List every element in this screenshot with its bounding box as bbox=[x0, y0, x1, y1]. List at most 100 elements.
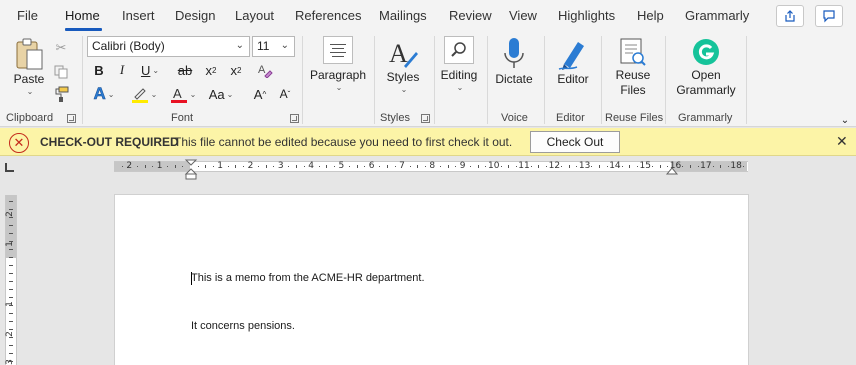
ruler-label: 6 bbox=[368, 161, 375, 171]
superscript-button[interactable]: x2 bbox=[228, 60, 244, 80]
reuse-files-group-label: Reuse Files bbox=[605, 112, 664, 124]
format-painter-button[interactable] bbox=[52, 84, 70, 104]
open-grammarly-button[interactable]: Open Grammarly bbox=[673, 36, 739, 98]
tab-home[interactable]: Home bbox=[65, 8, 100, 23]
styles-group-label: Styles bbox=[380, 112, 410, 124]
text-effects-button[interactable]: A ⌄ bbox=[89, 84, 119, 104]
dictate-button[interactable]: Dictate bbox=[492, 36, 536, 87]
tab-grammarly[interactable]: Grammarly bbox=[685, 8, 749, 23]
collapse-ribbon-button[interactable]: ⌄ bbox=[838, 110, 852, 130]
shrink-font-glyph: A bbox=[279, 87, 288, 101]
ruler-label: 11 bbox=[518, 161, 530, 171]
ruler-tick bbox=[561, 166, 562, 167]
cut-button[interactable]: ✂ bbox=[52, 38, 70, 58]
tab-highlights[interactable]: Highlights bbox=[558, 8, 615, 23]
tab-view[interactable]: View bbox=[509, 8, 537, 23]
bold-button[interactable]: B bbox=[91, 60, 107, 80]
font-color-button[interactable]: A ⌄ bbox=[168, 84, 198, 104]
ruler-tick bbox=[425, 166, 426, 167]
clipboard-launcher-icon[interactable] bbox=[67, 114, 76, 123]
ruler-tick bbox=[258, 166, 259, 167]
ruler-tick bbox=[387, 165, 388, 168]
reuse-files-button[interactable]: Reuse Files bbox=[610, 36, 656, 98]
vertical-ruler[interactable]: 21123 bbox=[5, 195, 17, 365]
horizontal-ruler[interactable]: 2 1 1 2 3 4 5 6 7 8 9 10 11 12 13 14 15 16 17 18 bbox=[114, 161, 748, 172]
font-launcher-icon[interactable] bbox=[290, 114, 299, 123]
ruler-tick bbox=[576, 166, 577, 167]
chevron-down-icon: ⌄ bbox=[335, 83, 343, 92]
check-out-button[interactable]: Check Out bbox=[530, 131, 620, 153]
font-name-select[interactable]: Calibri (Body) ⌄ bbox=[87, 36, 250, 57]
change-case-button[interactable]: Aa ⌄ bbox=[205, 84, 237, 104]
dictate-label: Dictate bbox=[495, 72, 533, 86]
editing-button[interactable]: Editing ⌄ bbox=[438, 36, 480, 92]
ruler-tick bbox=[607, 166, 608, 167]
vertical-ruler-tick bbox=[9, 201, 13, 202]
divider bbox=[374, 36, 375, 124]
clear-formatting-button[interactable]: A bbox=[256, 60, 274, 80]
vertical-ruler-tick bbox=[9, 313, 13, 314]
vertical-ruler-tick bbox=[9, 361, 13, 362]
comments-button[interactable] bbox=[815, 5, 843, 27]
vertical-ruler-tick bbox=[9, 353, 13, 354]
vertical-ruler-tick bbox=[9, 217, 13, 218]
ruler-tick bbox=[652, 166, 653, 167]
chevron-down-icon: ⌄ bbox=[235, 40, 244, 51]
vertical-ruler-label: 2 bbox=[4, 211, 15, 217]
grammarly-group-label: Grammarly bbox=[678, 112, 733, 124]
ruler-tick bbox=[599, 165, 600, 168]
grammarly-icon bbox=[693, 39, 719, 65]
ruler-tick bbox=[304, 166, 305, 167]
italic-button[interactable]: I bbox=[114, 60, 130, 80]
ruler-tick bbox=[698, 166, 699, 167]
editor-button[interactable]: Editor bbox=[551, 36, 595, 87]
paragraph-button[interactable]: Paragraph ⌄ bbox=[308, 36, 368, 92]
grow-font-button[interactable]: A ^ bbox=[251, 84, 269, 104]
ruler-tick bbox=[516, 166, 517, 167]
tab-file[interactable]: File bbox=[17, 8, 38, 23]
chevron-down-icon: ⌄ bbox=[152, 65, 160, 75]
ruler-tick bbox=[122, 166, 123, 167]
text-effects-icon: A bbox=[93, 84, 106, 104]
document-line-2[interactable]: It concerns pensions. bbox=[191, 320, 295, 332]
reuse-files-label-line1: Reuse bbox=[615, 68, 651, 82]
document-page[interactable]: This is a memo from the ACME-HR departme… bbox=[114, 194, 749, 365]
copy-button[interactable] bbox=[52, 62, 70, 82]
underline-button[interactable]: U ⌄ bbox=[138, 60, 162, 80]
ruler-tick bbox=[478, 165, 479, 168]
svg-text:A: A bbox=[173, 86, 182, 101]
right-indent-marker-icon[interactable] bbox=[665, 165, 679, 175]
tab-selector-icon[interactable] bbox=[5, 163, 14, 172]
strikethrough-button[interactable]: ab bbox=[175, 60, 195, 80]
ruler-tick bbox=[410, 166, 411, 167]
tab-layout[interactable]: Layout bbox=[235, 8, 274, 23]
styles-launcher-icon[interactable] bbox=[421, 114, 430, 123]
paste-icon bbox=[16, 38, 43, 70]
shrink-font-button[interactable]: Aˇ bbox=[276, 84, 294, 104]
vertical-ruler-tick bbox=[9, 233, 13, 234]
share-button[interactable] bbox=[776, 5, 804, 27]
tab-help[interactable]: Help bbox=[637, 8, 664, 23]
styles-label: Styles bbox=[386, 70, 420, 84]
tab-design[interactable]: Design bbox=[175, 8, 215, 23]
document-line-1[interactable]: This is a memo from the ACME-HR departme… bbox=[191, 272, 425, 284]
vertical-ruler-tick bbox=[9, 329, 13, 330]
tab-insert[interactable]: Insert bbox=[122, 8, 155, 23]
subscript-button[interactable]: x2 bbox=[203, 60, 219, 80]
ruler-tick bbox=[326, 165, 327, 168]
tab-mailings[interactable]: Mailings bbox=[379, 8, 427, 23]
tab-references[interactable]: References bbox=[295, 8, 361, 23]
close-icon[interactable]: ✕ bbox=[836, 133, 848, 150]
styles-button[interactable]: A Styles ⌄ bbox=[382, 36, 424, 94]
paste-button[interactable]: Paste ⌄ bbox=[12, 38, 46, 96]
tab-review[interactable]: Review bbox=[449, 8, 492, 23]
ruler-tick bbox=[205, 165, 206, 168]
comment-icon bbox=[823, 10, 835, 23]
indent-marker-icon[interactable] bbox=[184, 159, 198, 181]
highlight-color-button[interactable]: ⌄ bbox=[128, 84, 160, 104]
vertical-ruler-tick bbox=[9, 257, 13, 258]
checkout-notification-bar: ✕ CHECK-OUT REQUIRED This file cannot be… bbox=[0, 128, 856, 156]
font-size-select[interactable]: 11 ⌄ bbox=[252, 36, 295, 57]
ruler-tick bbox=[629, 165, 630, 168]
font-color-icon: A bbox=[170, 86, 187, 103]
